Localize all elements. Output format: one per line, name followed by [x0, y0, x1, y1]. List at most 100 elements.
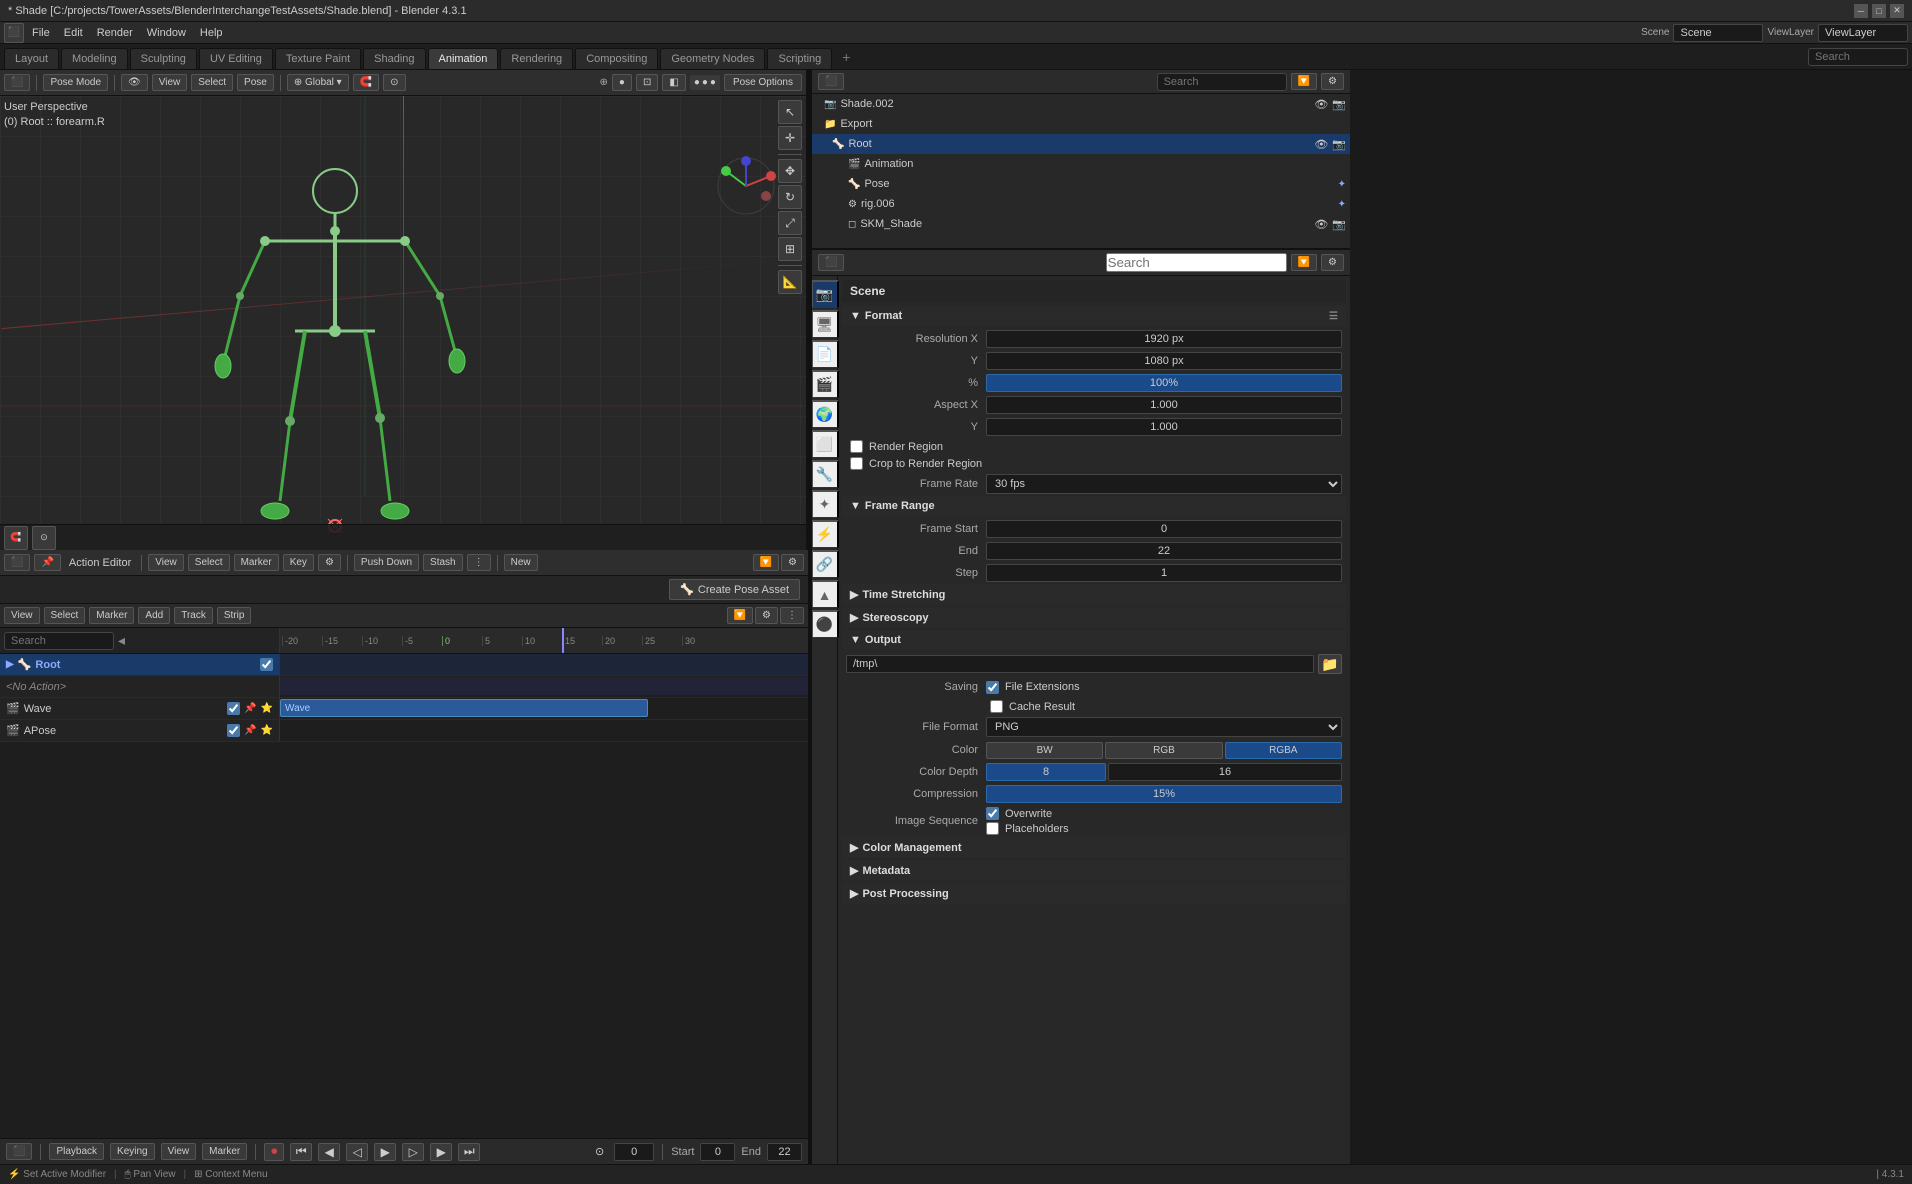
dopesheet-search-input[interactable] [4, 632, 114, 650]
frame-step-value[interactable]: 1 [986, 564, 1342, 582]
pb-view-btn[interactable]: View [161, 1143, 197, 1160]
stereoscopy-header[interactable]: ▶ Stereoscopy [842, 607, 1346, 628]
outliner-item[interactable]: ◻ SKM_Shade 👁 📷 [812, 214, 1350, 234]
menu-render[interactable]: Render [91, 25, 139, 41]
ae-options-btn[interactable]: ⚙ [318, 554, 341, 571]
prop-filter-btn[interactable]: 🔽 [1291, 254, 1317, 271]
apose-star-btn[interactable]: ⭐ [261, 725, 273, 736]
resolution-y-value[interactable]: 1080 px [986, 352, 1342, 370]
next-frame-btn[interactable]: ▶ [430, 1143, 452, 1161]
metadata-header[interactable]: ▶ Metadata [842, 860, 1346, 881]
wave-star-btn[interactable]: ⭐ [261, 703, 273, 714]
overlay-btn[interactable]: ⊡ [636, 74, 658, 91]
outliner-item[interactable]: 📁 Export [812, 114, 1350, 134]
record-btn[interactable]: ⏺ [264, 1143, 284, 1161]
aspect-x-value[interactable]: 1.000 [986, 396, 1342, 414]
prev-frame-btn[interactable]: ◀ [318, 1143, 340, 1161]
snap-btn[interactable]: 🧲 [353, 74, 379, 91]
viewport-options-btn[interactable]: 👁 [121, 74, 148, 91]
world-props-btn[interactable]: 🌍 [812, 400, 839, 428]
wave-pin-btn[interactable]: 📌 [244, 703, 256, 714]
apose-pin-btn[interactable]: 📌 [244, 725, 256, 736]
properties-search-input[interactable] [1106, 253, 1287, 272]
tab-scripting[interactable]: Scripting [767, 48, 832, 69]
wave-track-label[interactable]: 🎬 Wave 📌 ⭐ [0, 698, 280, 719]
jump-end-btn[interactable]: ⏭ [458, 1143, 480, 1161]
nla-settings-btn[interactable]: ⚙ [755, 607, 778, 624]
menu-window[interactable]: Window [141, 25, 192, 41]
tab-modeling[interactable]: Modeling [61, 48, 128, 69]
ae-more-btn[interactable]: ⋮ [467, 554, 491, 571]
output-section-header[interactable]: ▼ Output [842, 630, 1346, 650]
proportional-edit-btn[interactable]: ⊙ [32, 526, 56, 550]
snap-to-btn[interactable]: 🧲 [4, 526, 28, 550]
particles-props-btn[interactable]: ✦ [812, 490, 839, 518]
measure-tool-btn[interactable]: 📐 [778, 270, 802, 294]
ae-key-menu[interactable]: Key [283, 554, 314, 571]
create-pose-asset-btn[interactable]: 🦴 Create Pose Asset [669, 579, 800, 600]
scene-name-input[interactable] [1673, 24, 1763, 42]
ae-pin-btn[interactable]: 📌 [34, 554, 60, 571]
outliner-type-btn[interactable]: ⬛ [818, 73, 844, 90]
apose-visible-check[interactable] [227, 724, 240, 737]
pb-marker-btn[interactable]: Marker [202, 1143, 247, 1160]
new-action-btn[interactable]: New [504, 554, 538, 571]
output-props-btn[interactable]: 🖥 [812, 310, 839, 338]
ae-settings-btn[interactable]: ⚙ [781, 554, 804, 571]
frame-rate-select[interactable]: 30 fps 24 fps 25 fps 60 fps [986, 474, 1342, 494]
overwrite-check[interactable] [986, 807, 999, 820]
pb-playback-btn[interactable]: Playback [49, 1143, 104, 1160]
tab-layout[interactable]: Layout [4, 48, 59, 69]
frame-end-value[interactable]: 22 [986, 542, 1342, 560]
format-menu-icon[interactable]: ☰ [1329, 311, 1338, 322]
jump-start-btn[interactable]: ⏮ [290, 1143, 312, 1161]
crop-to-render-check[interactable] [850, 457, 863, 470]
cache-result-check[interactable] [990, 700, 1003, 713]
ae-marker-menu[interactable]: Marker [234, 554, 279, 571]
status-context-menu[interactable]: ⊞ Context Menu [194, 1169, 267, 1180]
start-frame-input[interactable]: 0 [700, 1143, 735, 1161]
outliner-item[interactable]: 🦴 Root 👁 📷 [812, 134, 1350, 154]
tab-uv-editing[interactable]: UV Editing [199, 48, 273, 69]
prop-settings-btn[interactable]: ⚙ [1321, 254, 1344, 271]
viewport-shading-solid[interactable]: ● [612, 74, 632, 91]
viewport-shading-btn[interactable]: View [152, 74, 188, 91]
view-layer-input[interactable] [1818, 24, 1908, 42]
nla-add-btn[interactable]: Add [138, 607, 170, 624]
play-btn[interactable]: ▶ [374, 1143, 396, 1161]
nla-select-btn[interactable]: Select [44, 607, 86, 624]
move-tool-btn[interactable]: ✥ [778, 159, 802, 183]
color-depth-8[interactable]: 8 [986, 763, 1106, 781]
object-props-btn[interactable]: ⬜ [812, 430, 839, 458]
wave-visible-check[interactable] [227, 702, 240, 715]
pose-mode-select[interactable]: Pose Mode [43, 74, 108, 91]
data-props-btn[interactable]: ▲ [812, 580, 839, 608]
ae-editor-type-btn[interactable]: ⬛ [4, 554, 30, 571]
add-workspace-button[interactable]: + [834, 45, 858, 69]
tab-rendering[interactable]: Rendering [500, 48, 573, 69]
scale-tool-btn[interactable]: ⤢ [778, 211, 802, 235]
output-path-browse-btn[interactable]: 📁 [1318, 654, 1342, 674]
pb-editor-type[interactable]: ⬛ [6, 1143, 32, 1160]
physics-props-btn[interactable]: ⚡ [812, 520, 839, 548]
root-expand-icon[interactable]: ▶ [6, 659, 14, 670]
outliner-filter-btn[interactable]: 🔽 [1291, 73, 1317, 90]
menu-edit[interactable]: Edit [58, 25, 89, 41]
crop-to-render-label[interactable]: Crop to Render Region [869, 458, 982, 470]
transform-tool-btn[interactable]: ⊞ [778, 237, 802, 261]
prop-editor-type-btn[interactable]: ⬛ [818, 254, 844, 271]
color-management-header[interactable]: ▶ Color Management [842, 837, 1346, 858]
format-section-header[interactable]: ▼ Format ☰ [842, 306, 1346, 326]
editor-type-select[interactable]: ⬛ [4, 74, 30, 91]
constraints-props-btn[interactable]: 🔗 [812, 550, 839, 578]
stash-btn[interactable]: Stash [423, 554, 463, 571]
global-select[interactable]: ⊕ Global ▾ [287, 74, 349, 91]
top-search-input[interactable] [1808, 48, 1908, 66]
status-set-active-modifier[interactable]: ⚡ Set Active Modifier [8, 1169, 106, 1180]
tab-animation[interactable]: Animation [428, 48, 499, 69]
root-track-label[interactable]: ▶ 🦴 Root [0, 654, 280, 675]
proportional-btn[interactable]: ⊙ [383, 74, 405, 91]
menu-help[interactable]: Help [194, 25, 229, 41]
minimize-button[interactable]: ─ [1854, 4, 1868, 18]
menu-file[interactable]: File [26, 25, 56, 41]
